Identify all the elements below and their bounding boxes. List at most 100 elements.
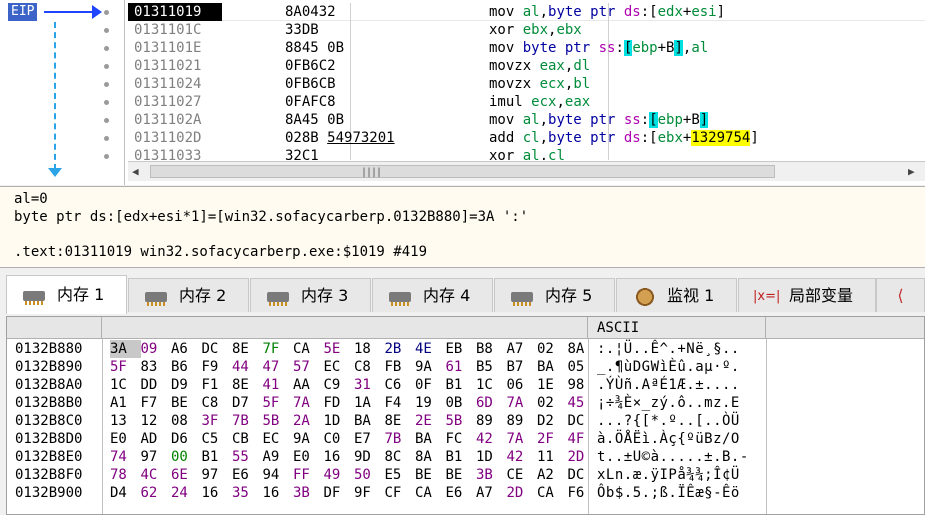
hex-byte[interactable]: 94 [263, 466, 294, 484]
tab-2[interactable]: 内存 2 [128, 278, 249, 312]
hex-byte[interactable]: 8C [385, 448, 416, 466]
tab-6[interactable]: 监视 1 [616, 278, 737, 312]
hex-byte[interactable]: 45 [568, 394, 599, 412]
breakpoint-dot-icon[interactable] [104, 10, 109, 15]
hex-byte[interactable]: E5 [385, 466, 416, 484]
scroll-right-icon[interactable]: ▶ [908, 165, 915, 178]
hex-byte[interactable]: 61 [446, 358, 477, 376]
hex-byte[interactable]: D9 [171, 376, 202, 394]
hex-byte[interactable]: 42 [507, 448, 538, 466]
hex-dump-pane[interactable]: ASCII 0132B880 3A 09 A6 DC 8E 7F CA 5E 18 2B 4E EB B8… [6, 316, 925, 515]
hex-byte[interactable]: F6 [568, 484, 599, 502]
hex-byte[interactable]: A7 [476, 484, 507, 502]
tab-5[interactable]: 内存 5 [494, 278, 615, 312]
hex-byte[interactable]: 2F [537, 430, 568, 448]
dump-ascii[interactable]: xLn.æ.ÿIPå¾¾;Î¢Ü [597, 466, 740, 484]
hex-byte[interactable]: 08 [171, 412, 202, 430]
hex-byte[interactable]: 02 [537, 394, 568, 412]
hex-byte[interactable]: 09 [141, 340, 172, 358]
scroll-thumb[interactable]: |||| [150, 165, 775, 178]
hex-byte[interactable]: 3B [293, 484, 324, 502]
dump-hex-bytes[interactable]: 74 97 00 B1 55 A9 E0 16 9D 8C 8A B1 1D 42 11 2D [110, 448, 598, 466]
hex-byte[interactable]: C8 [202, 394, 233, 412]
hex-byte[interactable]: 19 [415, 394, 446, 412]
hex-byte[interactable]: C6 [385, 376, 416, 394]
hex-byte[interactable]: B6 [171, 358, 202, 376]
hex-byte[interactable]: 83 [141, 358, 172, 376]
hex-byte[interactable]: 41 [263, 376, 294, 394]
hex-byte[interactable]: 9D [354, 448, 385, 466]
hex-byte[interactable]: 5E [324, 340, 355, 358]
disasm-row[interactable]: 0131101E 8845 0B mov byte ptr ss:[ebp+B],a… [128, 39, 925, 57]
hex-byte[interactable]: CE [507, 466, 538, 484]
hex-byte[interactable]: 1A [354, 394, 385, 412]
hex-byte[interactable]: BE [415, 466, 446, 484]
hex-byte[interactable]: CA [537, 484, 568, 502]
hex-byte[interactable]: 5F [110, 358, 141, 376]
hex-byte[interactable]: E6 [446, 484, 477, 502]
hex-byte[interactable]: 97 [202, 466, 233, 484]
hex-byte[interactable]: 2D [568, 448, 599, 466]
dump-hex-bytes[interactable]: 78 4C 6E 97 E6 94 FF 49 50 E5 BE BE 3B CE A2 DC [110, 466, 598, 484]
hex-byte[interactable]: EC [263, 430, 294, 448]
hex-byte[interactable]: 6E [171, 466, 202, 484]
disasm-row[interactable]: 01311019 8A0432 mov al,byte ptr ds:[edx+es… [128, 3, 925, 21]
tab-4[interactable]: 内存 4 [372, 278, 493, 312]
hex-byte[interactable]: 1C [110, 376, 141, 394]
hex-byte[interactable]: 06 [507, 376, 538, 394]
hex-byte[interactable]: 2D [507, 484, 538, 502]
hex-byte[interactable]: 1E [537, 376, 568, 394]
hex-byte[interactable]: BA [537, 358, 568, 376]
dump-hex-bytes[interactable]: 13 12 08 3F 7B 5B 2A 1D BA 8E 2E 5B 89 89 D2 DC [110, 412, 598, 430]
hex-byte[interactable]: 89 [507, 412, 538, 430]
hex-byte[interactable]: 55 [232, 448, 263, 466]
hex-column-header[interactable] [102, 317, 588, 339]
hex-byte[interactable]: F1 [202, 376, 233, 394]
hex-byte[interactable]: D6 [171, 430, 202, 448]
hex-byte[interactable]: 8A [415, 448, 446, 466]
hex-byte[interactable]: FB [385, 358, 416, 376]
hex-byte[interactable]: FD [324, 394, 355, 412]
hex-byte[interactable]: A1 [110, 394, 141, 412]
hex-byte[interactable]: 2A [293, 412, 324, 430]
hex-byte[interactable]: 3F [202, 412, 233, 430]
hex-byte[interactable]: 3B [476, 466, 507, 484]
hex-byte[interactable]: 8A [568, 340, 599, 358]
dump-hex-bytes[interactable]: D4 62 24 16 35 16 3B DF 9F CF CA E6 A7 2D CA F6 [110, 484, 598, 502]
hex-byte[interactable]: AA [293, 376, 324, 394]
hex-byte[interactable]: 7A [507, 430, 538, 448]
hex-byte[interactable]: 6D [476, 394, 507, 412]
hex-byte[interactable]: 0F [415, 376, 446, 394]
hex-byte[interactable]: D2 [537, 412, 568, 430]
hex-byte[interactable]: 8E [232, 340, 263, 358]
hex-byte[interactable]: 4E [415, 340, 446, 358]
dump-ascii[interactable]: _.¶ùDGWìÈû.aµ·º. [597, 358, 740, 376]
hex-byte[interactable]: BA [354, 412, 385, 430]
hex-byte[interactable]: 44 [232, 358, 263, 376]
dump-hex-bytes[interactable]: 3A 09 A6 DC 8E 7F CA 5E 18 2B 4E EB B8 A7 02 8A [110, 340, 598, 358]
tab-more-icon[interactable]: ⟨ [876, 278, 925, 312]
dump-hex-bytes[interactable]: E0 AD D6 C5 CB EC 9A C0 E7 7B BA FC 42 7A 2F 4F [110, 430, 598, 448]
hex-byte[interactable]: 97 [141, 448, 172, 466]
hex-byte[interactable]: EB [446, 340, 477, 358]
hex-byte[interactable]: CA [293, 340, 324, 358]
dump-row[interactable]: 0132B8B0 A1 F7 BE C8 D7 5F 7A FD 1A F4 19 0B 6D 7A 02 45… [7, 394, 924, 412]
hex-byte[interactable]: 12 [141, 412, 172, 430]
dump-ascii[interactable]: Ôb$.5.;ß.ÏÊæ§-Êö [597, 484, 740, 502]
dump-ascii[interactable]: à.ÖÅËì.Àç{ºüBz/O [597, 430, 740, 448]
hex-byte[interactable]: F9 [202, 358, 233, 376]
hex-byte[interactable]: 16 [324, 448, 355, 466]
hex-byte[interactable]: 2B [385, 340, 416, 358]
hex-byte[interactable]: 42 [476, 430, 507, 448]
disasm-row[interactable]: 01311027 0FAFC8 imul ecx,eax [128, 93, 925, 111]
hex-byte[interactable]: B8 [476, 340, 507, 358]
dump-ascii[interactable]: t..±U©à.....±.B.- [597, 448, 749, 466]
hex-byte[interactable]: FF [293, 466, 324, 484]
dump-hex-bytes[interactable]: 5F 83 B6 F9 44 47 57 EC C8 FB 9A 61 B5 B7 BA 05 [110, 358, 598, 376]
horizontal-scrollbar[interactable]: ◀ |||| ▶ [128, 161, 925, 181]
hex-byte[interactable]: BE [446, 466, 477, 484]
hex-byte[interactable]: B1 [446, 376, 477, 394]
address-column-header[interactable] [7, 317, 102, 339]
hex-byte[interactable]: CF [385, 484, 416, 502]
breakpoint-dot-icon[interactable] [104, 118, 109, 123]
